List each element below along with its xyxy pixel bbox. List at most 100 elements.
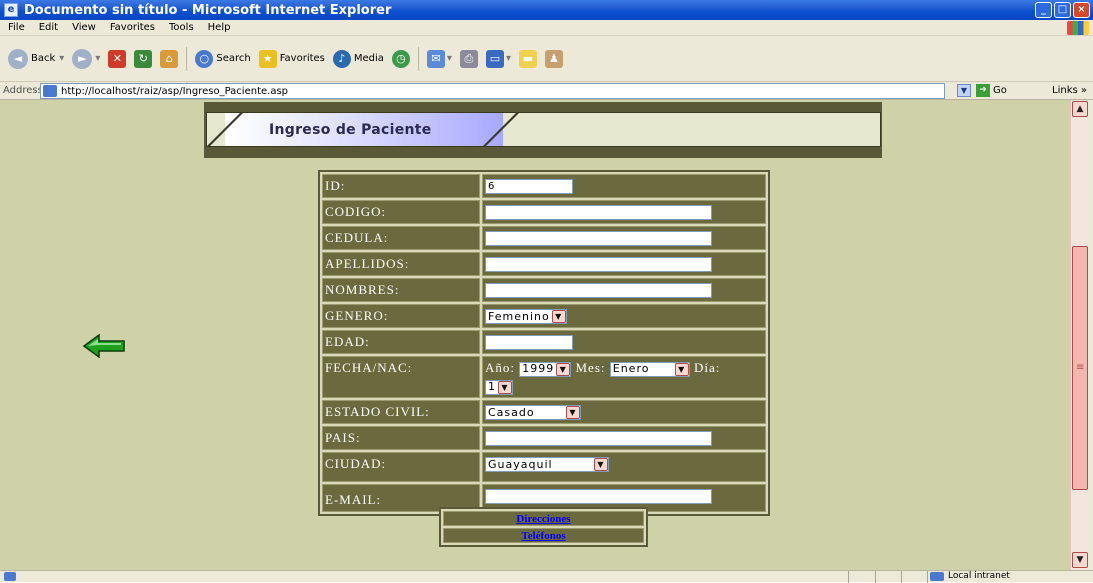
menu-favorites[interactable]: Favorites — [110, 22, 155, 33]
anio-label: Año: — [485, 360, 515, 375]
chevron-down-icon: ▼ — [551, 309, 566, 323]
home-button[interactable]: ⌂ — [160, 49, 179, 68]
search-icon: ○ — [195, 49, 214, 68]
go-button[interactable]: ➜ Go — [976, 84, 1007, 97]
mes-select[interactable]: Enero ▼ — [609, 361, 690, 377]
form-row-fecha: FECHA/NAC: Año: 1999 ▼ Mes: Enero ▼ Día: 1… — [322, 356, 766, 398]
go-label: Go — [993, 85, 1007, 96]
forward-dropdown-icon[interactable]: ▾ — [95, 53, 100, 64]
link-direcciones[interactable]: Direcciones — [516, 513, 570, 525]
edit-icon: ▭ — [485, 49, 504, 68]
history-button[interactable]: ◷ — [391, 49, 410, 68]
forward-arrow-icon: ► — [72, 48, 93, 69]
toolbar-separator — [186, 46, 188, 71]
scroll-up-button[interactable]: ▲ — [1072, 101, 1088, 117]
edit-button[interactable]: ▭ ▾ — [485, 49, 511, 68]
media-label: Media — [353, 53, 384, 64]
status-panels — [848, 571, 928, 583]
anio-value: 1999 — [522, 362, 555, 376]
window-frame-right — [1088, 100, 1093, 570]
patient-form: ID: 6 CODIGO: CEDULA: APELLIDOS: NOMBRES… — [318, 170, 770, 516]
maximize-button[interactable]: □ — [1054, 2, 1071, 18]
codigo-label: CODIGO: — [322, 200, 480, 224]
vertical-scrollbar[interactable]: ▲ ≡ ▼ — [1070, 100, 1088, 570]
mail-button[interactable]: ✉ ▾ — [426, 49, 452, 68]
estado-civil-select[interactable]: Casado ▼ — [485, 404, 581, 420]
id-field[interactable]: 6 — [485, 178, 573, 194]
print-button[interactable]: ⎙ — [459, 49, 478, 68]
messenger-button[interactable]: ♟ — [544, 49, 563, 68]
chevron-down-icon: ▼ — [556, 362, 571, 376]
links-label: Links — [1052, 85, 1078, 96]
pais-field[interactable] — [485, 430, 712, 446]
back-dropdown-icon[interactable]: ▾ — [59, 53, 64, 64]
page-icon — [43, 85, 57, 97]
chevron-down-icon: ▼ — [566, 405, 580, 419]
menu-edit[interactable]: Edit — [39, 22, 58, 33]
dia-select[interactable]: 1 ▼ — [485, 379, 513, 395]
genero-label: GENERO: — [322, 304, 480, 328]
search-button[interactable]: ○ Search — [195, 49, 251, 68]
form-row-apellidos: APELLIDOS: — [322, 252, 766, 276]
edad-field[interactable] — [485, 334, 573, 350]
links-button[interactable]: Links » — [1052, 85, 1087, 96]
navigation-links: Direcciones Teléfonos — [439, 507, 648, 547]
cedula-field[interactable] — [485, 230, 712, 246]
estado-civil-label: ESTADO CIVIL: — [322, 400, 480, 424]
edit-dropdown-icon[interactable]: ▾ — [506, 53, 511, 64]
page-back-green-arrow-icon[interactable] — [83, 334, 125, 358]
history-icon: ◷ — [391, 49, 410, 68]
windows-logo-icon — [1067, 21, 1089, 35]
intranet-icon — [930, 571, 944, 581]
link-telefonos[interactable]: Teléfonos — [521, 530, 565, 542]
apellidos-field[interactable] — [485, 256, 712, 272]
nombres-field[interactable] — [485, 282, 712, 298]
address-bar: Address http://localhost/raiz/asp/Ingres… — [0, 82, 1093, 100]
status-divider — [927, 571, 928, 583]
edad-label: EDAD: — [322, 330, 480, 354]
refresh-button[interactable]: ↻ — [134, 49, 153, 68]
minimize-button[interactable]: _ — [1035, 2, 1052, 18]
scroll-down-button[interactable]: ▼ — [1072, 552, 1088, 568]
mail-dropdown-icon[interactable]: ▾ — [447, 53, 452, 64]
anio-select[interactable]: 1999 ▼ — [519, 361, 572, 377]
menu-bar: File Edit View Favorites Tools Help — [0, 20, 1093, 36]
status-divider — [901, 571, 902, 583]
address-dropdown-icon[interactable]: ▼ — [957, 84, 971, 97]
codigo-field[interactable] — [485, 204, 712, 220]
dia-value: 1 — [488, 380, 496, 394]
close-button[interactable]: × — [1073, 2, 1090, 18]
menu-help[interactable]: Help — [208, 22, 231, 33]
forward-button[interactable]: ► ▾ — [72, 48, 100, 69]
ciudad-select[interactable]: Guayaquil ▼ — [485, 456, 609, 472]
menu-file[interactable]: File — [8, 22, 25, 33]
genero-value: Femenino — [488, 309, 550, 323]
email-field[interactable] — [485, 488, 712, 504]
cedula-label: CEDULA: — [322, 226, 480, 250]
status-page-icon — [4, 572, 16, 581]
stop-icon: ✕ — [108, 49, 127, 68]
media-icon: ♪ — [332, 49, 351, 68]
zone-label: Local intranet — [948, 571, 1010, 581]
mes-label: Mes: — [575, 360, 606, 375]
dia-label: Día: — [694, 360, 721, 375]
form-row-edad: EDAD: — [322, 330, 766, 354]
menu-view[interactable]: View — [72, 22, 96, 33]
favorites-button[interactable]: ★ Favorites — [258, 49, 325, 68]
favorites-star-icon: ★ — [258, 49, 277, 68]
menu-tools[interactable]: Tools — [169, 22, 194, 33]
status-bar: Local intranet — [0, 570, 1093, 583]
address-input[interactable]: http://localhost/raiz/asp/Ingreso_Pacien… — [40, 83, 945, 99]
header-banner: Ingreso de Paciente — [206, 112, 881, 147]
mail-icon: ✉ — [426, 49, 445, 68]
form-row-estado-civil: ESTADO CIVIL: Casado ▼ — [322, 400, 766, 424]
back-button[interactable]: ◄ Back ▾ — [8, 48, 64, 69]
page-content: Ingreso de Paciente ID: 6 CODIGO: CEDULA… — [0, 100, 1070, 570]
form-row-cedula: CEDULA: — [322, 226, 766, 250]
stop-button[interactable]: ✕ — [108, 49, 127, 68]
pais-label: PAIS: — [322, 426, 480, 450]
genero-select[interactable]: Femenino ▼ — [485, 308, 567, 324]
media-button[interactable]: ♪ Media — [332, 49, 384, 68]
discuss-button[interactable]: ▬ — [518, 49, 537, 68]
ciudad-value: Guayaquil — [488, 457, 553, 471]
